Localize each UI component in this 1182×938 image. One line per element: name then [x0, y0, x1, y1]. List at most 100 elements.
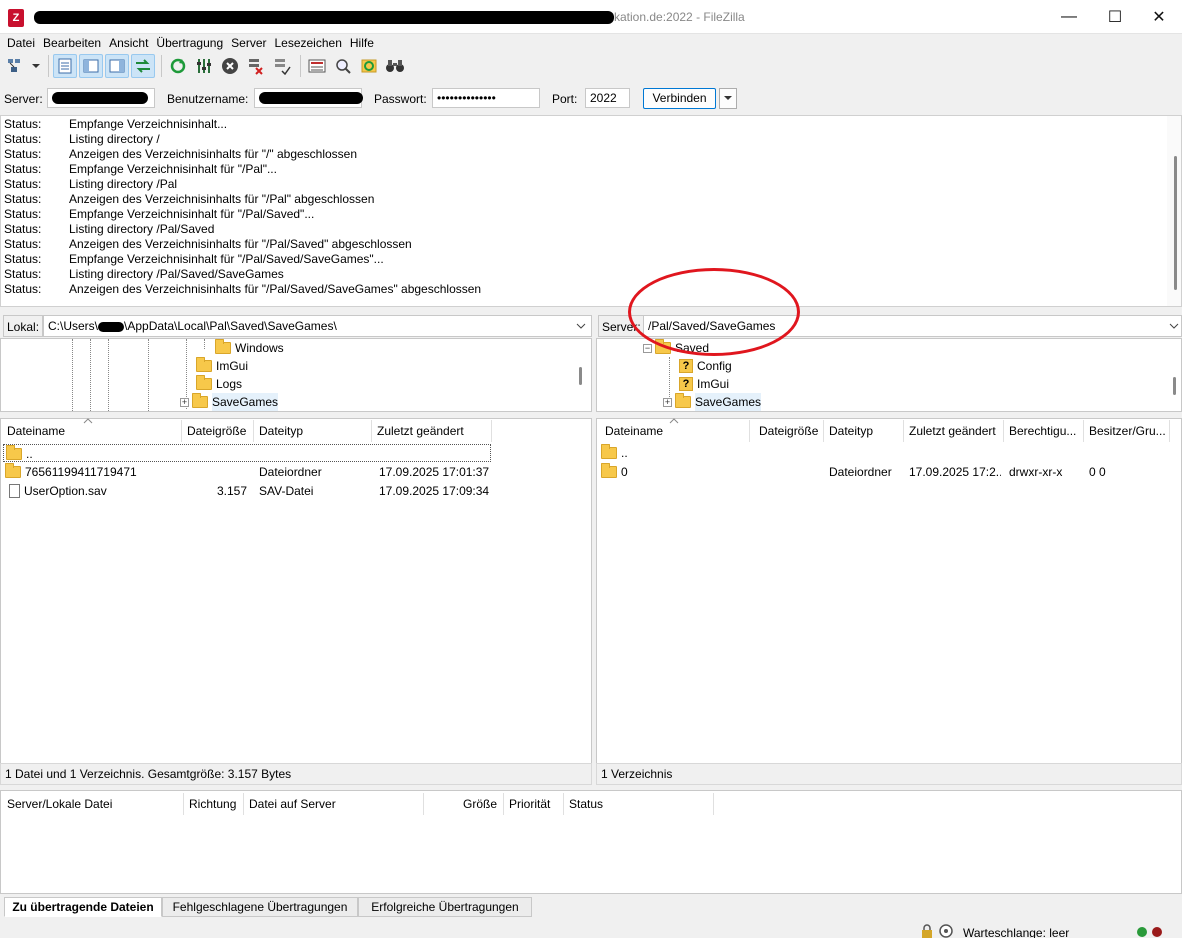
tree-item-windows[interactable]: Windows [215, 339, 284, 357]
disconnect-icon [249, 59, 263, 75]
host-field[interactable] [47, 88, 155, 108]
listing-filter-icon [308, 59, 326, 73]
tree-item-savegames[interactable]: + SaveGames [663, 393, 762, 411]
tree-item-saved[interactable]: − Saved [643, 339, 709, 357]
table-row[interactable]: UserOption.sav 3.157 SAV-Datei 17.09.202… [3, 482, 491, 500]
log-message: Listing directory /Pal/Saved/SaveGames [69, 267, 284, 281]
password-field[interactable]: •••••••••••••• [432, 88, 540, 108]
queue-col-direction[interactable]: Richtung [183, 792, 243, 816]
minimize-button[interactable]: — [1046, 0, 1092, 34]
refresh-button[interactable] [166, 54, 190, 78]
directory-listing-filter-button[interactable] [305, 54, 329, 78]
remote-tree-scrollbar-thumb[interactable] [1173, 377, 1176, 395]
tree-item-label: SaveGames [212, 393, 279, 411]
menu-server[interactable]: Server [227, 34, 270, 52]
toggle-local-tree-button[interactable] [79, 54, 103, 78]
tree-item-label: Config [697, 359, 732, 373]
file-owner: 0 0 [1089, 465, 1106, 479]
tab-successful-transfers[interactable]: Erfolgreiche Übertragungen [358, 897, 532, 917]
table-row[interactable]: 76561199411719471 Dateiordner 17.09.2025… [3, 463, 491, 481]
local-col-type[interactable]: Dateityp [253, 419, 371, 443]
log-type: Status: [4, 117, 42, 131]
menu-transfer[interactable]: Übertragung [152, 34, 227, 52]
folder-icon [601, 444, 617, 459]
receive-indicator-icon [1152, 927, 1162, 937]
sync-icon [361, 59, 377, 73]
remote-path-field[interactable]: /Pal/Saved/SaveGames [643, 315, 1182, 337]
queue-col-size[interactable]: Größe [423, 792, 503, 816]
maximize-button[interactable]: ☐ [1092, 0, 1138, 34]
table-row[interactable]: .. [3, 444, 491, 462]
table-row[interactable]: 0 Dateiordner 17.09.2025 17:2... drwxr-x… [599, 463, 1169, 481]
menu-bar: Datei Bearbeiten Ansicht Übertragung Ser… [0, 34, 1182, 52]
reconnect-button[interactable] [270, 54, 294, 78]
sync-browsing-button[interactable] [357, 54, 381, 78]
unknown-folder-icon: ? [679, 377, 693, 391]
toggle-remote-tree-button[interactable] [105, 54, 129, 78]
log-type: Status: [4, 237, 42, 251]
quickconnect-history-button[interactable] [719, 88, 737, 109]
tree-item-label: Logs [216, 377, 243, 391]
log-scrollbar-thumb[interactable] [1174, 156, 1177, 290]
log-line: Status: Empfange Verzeichnisinhalt... [4, 117, 227, 132]
tab-failed-transfers[interactable]: Fehlgeschlagene Übertragungen [162, 897, 358, 917]
table-row[interactable]: .. [599, 444, 1169, 462]
message-log: Status: Empfange Verzeichnisinhalt... Stat… [0, 115, 1182, 307]
window-title: kation.de:2022 - FileZilla [614, 10, 745, 24]
local-col-size[interactable]: Dateigröße [181, 419, 253, 443]
queue-col-status[interactable]: Status [563, 792, 713, 816]
tree-item-savegames[interactable]: + SaveGames [180, 393, 279, 411]
local-col-modified[interactable]: Zuletzt geändert [371, 419, 491, 443]
expand-icon[interactable]: + [180, 397, 189, 407]
menu-file[interactable]: Datei [3, 34, 39, 52]
expand-icon[interactable]: + [663, 397, 672, 407]
filezilla-icon: Z [8, 9, 24, 27]
port-field[interactable]: 2022 [585, 88, 630, 108]
site-manager-button[interactable] [4, 54, 42, 78]
queue-col-local[interactable]: Server/Lokale Datei [1, 792, 183, 816]
remote-site-label: Server: [598, 315, 645, 337]
menu-view[interactable]: Ansicht [105, 34, 152, 52]
folder-icon [196, 375, 212, 390]
log-message: Listing directory /Pal [69, 177, 178, 191]
speed-limit-icon [939, 924, 953, 938]
tree-item-imgui[interactable]: ? ImGui [679, 375, 729, 393]
close-button[interactable]: ✕ [1136, 0, 1182, 34]
menu-help[interactable]: Hilfe [346, 34, 378, 52]
username-field[interactable] [254, 88, 363, 108]
log-message: Listing directory / [69, 132, 160, 146]
menu-bookmarks[interactable]: Lesezeichen [270, 34, 345, 52]
remote-col-type[interactable]: Dateityp [823, 419, 903, 443]
search-files-button[interactable] [383, 54, 407, 78]
queue-col-priority[interactable]: Priorität [503, 792, 563, 816]
connect-button[interactable]: Verbinden [643, 88, 716, 109]
search-icon [336, 59, 351, 74]
remote-col-permissions[interactable]: Berechtigu... [1003, 419, 1083, 443]
password-label: Passwort: [374, 92, 427, 106]
local-status: 1 Datei und 1 Verzeichnis. Gesamtgröße: … [0, 763, 592, 785]
toggle-queue-button[interactable] [131, 54, 155, 78]
log-type: Status: [4, 222, 42, 236]
compare-directories-button[interactable] [331, 54, 355, 78]
menu-edit[interactable]: Bearbeiten [39, 34, 105, 52]
log-message: Empfange Verzeichnisinhalt... [69, 117, 228, 131]
port-label: Port: [552, 92, 578, 106]
local-path-field[interactable]: C:\Users\ \AppData\Local\Pal\Saved\SaveGa… [43, 315, 592, 337]
queue-col-remote[interactable]: Datei auf Server [243, 792, 423, 816]
disconnect-button[interactable] [244, 54, 268, 78]
tree-item-imgui[interactable]: ImGui [196, 357, 248, 375]
toggle-log-button[interactable] [53, 54, 77, 78]
tree-item-logs[interactable]: Logs [196, 375, 242, 393]
file-permissions: drwxr-xr-x [1009, 465, 1063, 479]
local-tree-scrollbar-thumb[interactable] [579, 367, 582, 385]
collapse-icon[interactable]: − [643, 343, 652, 353]
username-label: Benutzername: [167, 92, 249, 106]
remote-col-owner[interactable]: Besitzer/Gru... [1083, 419, 1169, 443]
remote-col-size[interactable]: Dateigröße [753, 419, 823, 443]
tree-item-config[interactable]: ? Config [679, 357, 732, 375]
tab-queued-files[interactable]: Zu übertragende Dateien [4, 897, 162, 917]
cancel-operation-button[interactable] [218, 54, 242, 78]
filter-button[interactable] [192, 54, 216, 78]
username-redaction [259, 92, 363, 104]
remote-col-modified[interactable]: Zuletzt geändert [903, 419, 1003, 443]
